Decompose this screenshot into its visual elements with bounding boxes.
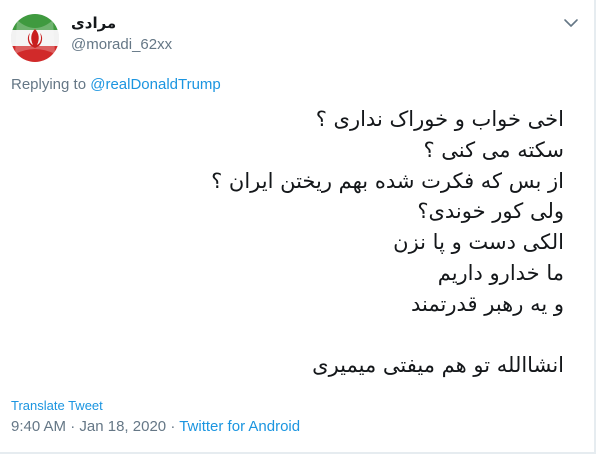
author-display-name[interactable]: مرادی [71, 14, 116, 32]
translate-tweet-link[interactable]: Translate Tweet [11, 398, 103, 413]
meta-separator: · [70, 418, 76, 435]
tweet-source[interactable]: Twitter for Android [179, 418, 300, 435]
replying-to-label: Replying to [11, 76, 87, 93]
reply-target-link[interactable]: @realDonaldTrump [90, 76, 221, 93]
meta-separator: · [170, 418, 176, 435]
tweet-date[interactable]: Jan 18, 2020 [79, 418, 166, 435]
iran-flag-emblem-icon [11, 14, 59, 62]
author-handle[interactable]: @moradi_62xx [71, 36, 172, 53]
chevron-down-icon[interactable] [562, 14, 580, 32]
replying-to: Replying to @realDonaldTrump [11, 76, 221, 93]
tweet-text: اخی خواب و خوراک نداری ؟ سکته می کنی ؟ ا… [211, 107, 564, 378]
tweet-card: مرادی @moradi_62xx Replying to @realDona… [0, 0, 596, 454]
tweet-time[interactable]: 9:40 AM [11, 418, 66, 435]
avatar[interactable] [11, 14, 59, 62]
tweet-meta: 9:40 AM · Jan 18, 2020 · Twitter for And… [11, 418, 300, 435]
